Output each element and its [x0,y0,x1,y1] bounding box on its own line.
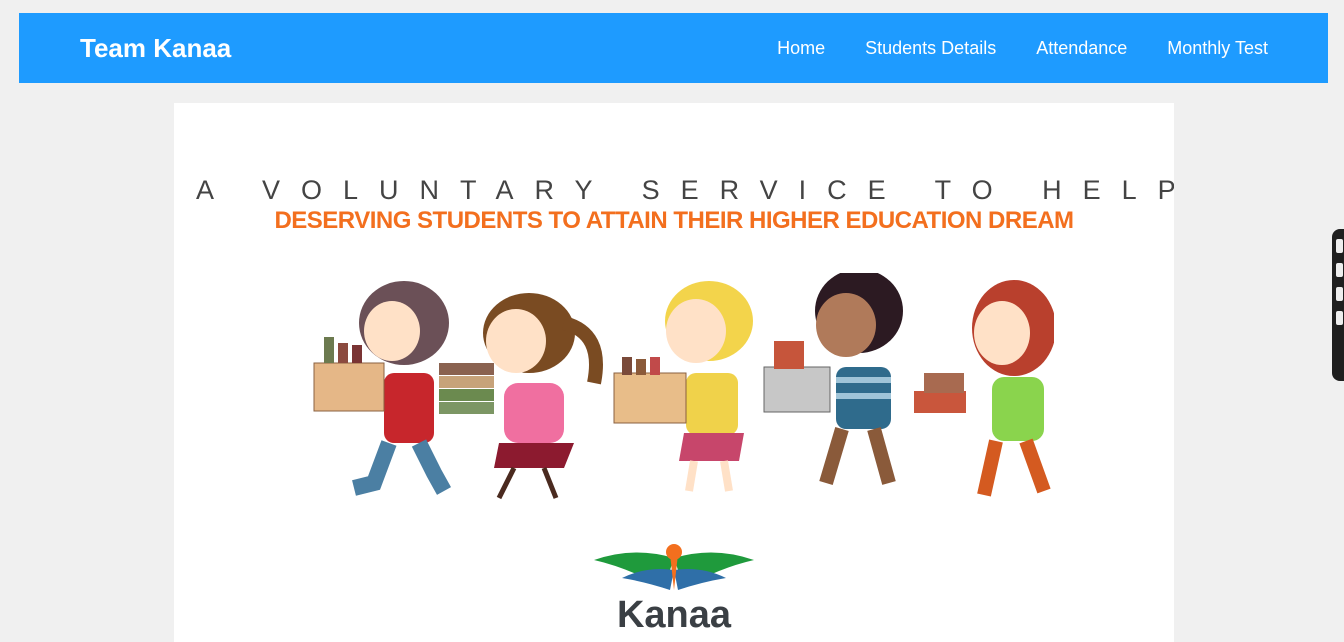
kid-5 [914,280,1054,497]
nav-link-home[interactable]: Home [777,38,825,59]
toolbar-icon[interactable] [1336,263,1343,277]
nav-link-monthly-test[interactable]: Monthly Test [1167,38,1268,59]
kid-2 [439,293,603,500]
toolbar-icon[interactable] [1336,311,1343,325]
kid-1 [313,281,451,496]
kids-carrying-boxes-illustration [313,273,1054,500]
logo-wordmark: Kanaa [616,594,732,636]
hero-banner: A VOLUNTARY SERVICE TO HELP DESERVING ST… [174,103,1174,642]
kanaa-logo-icon [594,544,754,590]
side-toolbar[interactable] [1332,229,1344,381]
kid-3 [613,281,753,492]
nav-link-attendance[interactable]: Attendance [1036,38,1127,59]
navbar: Team Kanaa Home Students Details Attenda… [19,13,1328,83]
toolbar-icon[interactable] [1336,239,1343,253]
nav-link-students-details[interactable]: Students Details [865,38,996,59]
tagline-top: A VOLUNTARY SERVICE TO HELP [196,175,1174,205]
nav-links: Home Students Details Attendance Monthly… [777,38,1268,59]
brand-title[interactable]: Team Kanaa [80,33,231,64]
kid-4 [763,273,903,485]
toolbar-icon[interactable] [1336,287,1343,301]
tagline-bottom: DESERVING STUDENTS TO ATTAIN THEIR HIGHE… [274,207,1074,234]
